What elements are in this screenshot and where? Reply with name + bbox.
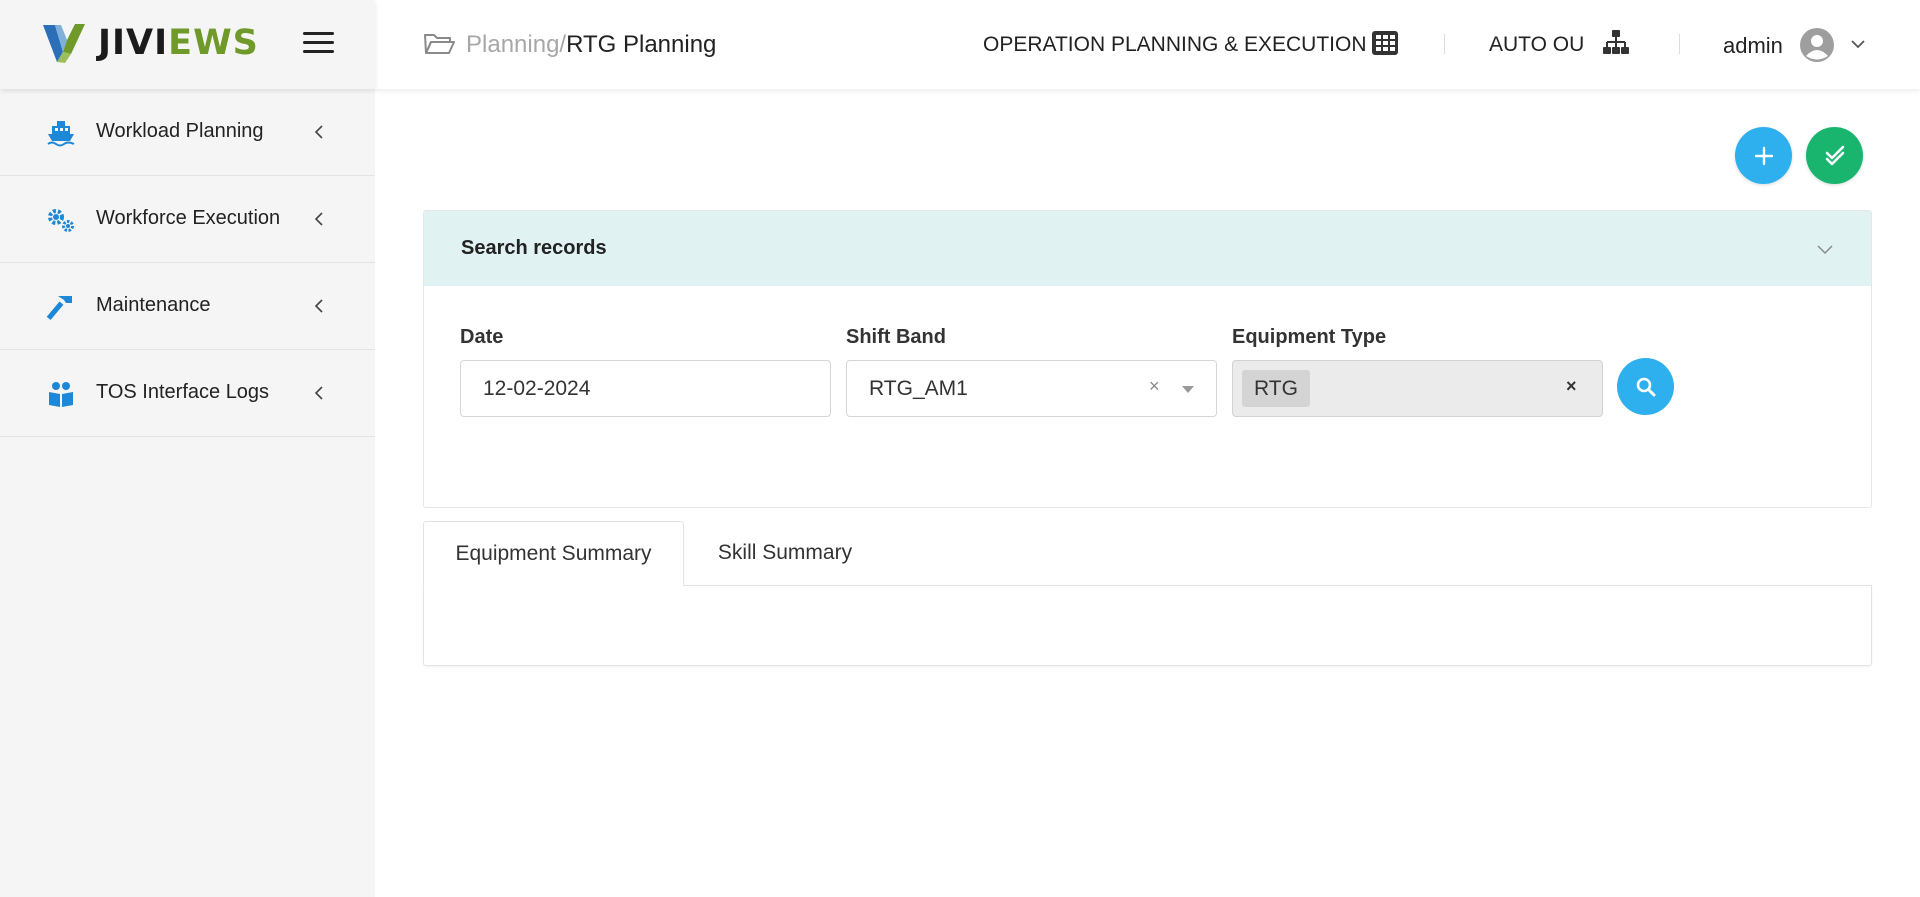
clear-icon[interactable]: × [1149, 376, 1160, 397]
shift-band-value: RTG_AM1 [869, 377, 968, 400]
double-check-icon [1825, 145, 1844, 165]
tab-skill-summary[interactable]: Skill Summary [684, 521, 886, 586]
sidebar-item-maintenance[interactable]: Maintenance [0, 263, 375, 350]
tab-content [423, 585, 1872, 666]
date-input[interactable]: 12-02-2024 [460, 360, 831, 417]
grid-icon[interactable] [1370, 28, 1400, 58]
chevron-down-icon[interactable] [1850, 38, 1866, 50]
logo-text-primary: JIVI [98, 23, 169, 63]
sidebar-item-workload-planning[interactable]: Workload Planning [0, 89, 375, 176]
approve-button[interactable] [1806, 127, 1863, 184]
ship-icon [47, 121, 75, 147]
chevron-left-icon [314, 212, 323, 226]
breadcrumb: Planning/RTG Planning [466, 31, 716, 59]
equipment-tag[interactable]: RTG [1242, 370, 1310, 407]
logo-bar: JIVIEWS [0, 0, 375, 89]
sidebar: JIVIEWS Workload Planning Workforce Exec… [0, 0, 375, 897]
date-label: Date [460, 326, 504, 348]
module-name[interactable]: OPERATION PLANNING & EXECUTION [983, 33, 1367, 57]
sitemap-icon[interactable] [1601, 28, 1631, 58]
tab-equipment-summary[interactable]: Equipment Summary [423, 521, 684, 586]
gears-icon [48, 209, 74, 232]
sidebar-item-workforce-execution[interactable]: Workforce Execution [0, 176, 375, 263]
search-button[interactable] [1617, 358, 1674, 415]
user-avatar-icon[interactable] [1799, 27, 1835, 63]
search-panel-title: Search records [461, 237, 607, 259]
caret-down-icon[interactable] [1182, 386, 1194, 393]
user-name[interactable]: admin [1723, 33, 1783, 59]
sidebar-item-label: Maintenance [96, 294, 211, 316]
sidebar-item-tos-interface-logs[interactable]: TOS Interface Logs [0, 350, 375, 437]
breadcrumb-current: RTG Planning [566, 31, 717, 58]
equipment-type-select[interactable]: RTG × [1232, 360, 1603, 417]
add-button[interactable] [1735, 127, 1792, 184]
header-divider [1444, 34, 1445, 54]
org-unit-name[interactable]: AUTO OU [1489, 33, 1584, 57]
menu-toggle-button[interactable] [303, 32, 334, 56]
folder-open-icon [424, 34, 455, 54]
breadcrumb-parent[interactable]: Planning/ [466, 31, 566, 58]
chevron-down-icon[interactable] [1816, 243, 1834, 255]
hammer-icon [46, 296, 72, 321]
users-book-icon [49, 382, 73, 407]
date-value: 12-02-2024 [483, 377, 591, 400]
app-logo-text: JIVIEWS [98, 22, 259, 64]
top-header: Planning/RTG Planning OPERATION PLANNING… [375, 0, 1920, 89]
chevron-left-icon [314, 125, 323, 139]
plus-icon [1754, 146, 1773, 165]
header-divider [1679, 34, 1680, 54]
logo-icon [43, 24, 85, 63]
chevron-left-icon [314, 299, 323, 313]
chevron-left-icon [314, 386, 323, 400]
search-panel-header[interactable]: Search records [424, 211, 1871, 286]
sidebar-item-label: Workforce Execution [96, 207, 281, 229]
logo-text-secondary: EWS [168, 23, 259, 63]
shift-band-select[interactable]: RTG_AM1 × [846, 360, 1217, 417]
shift-band-label: Shift Band [846, 326, 946, 348]
clear-icon[interactable]: × [1566, 376, 1577, 397]
sidebar-item-label: Workload Planning [96, 120, 264, 142]
equipment-type-label: Equipment Type [1232, 326, 1387, 348]
search-icon [1636, 377, 1655, 396]
sidebar-item-label: TOS Interface Logs [96, 381, 270, 403]
